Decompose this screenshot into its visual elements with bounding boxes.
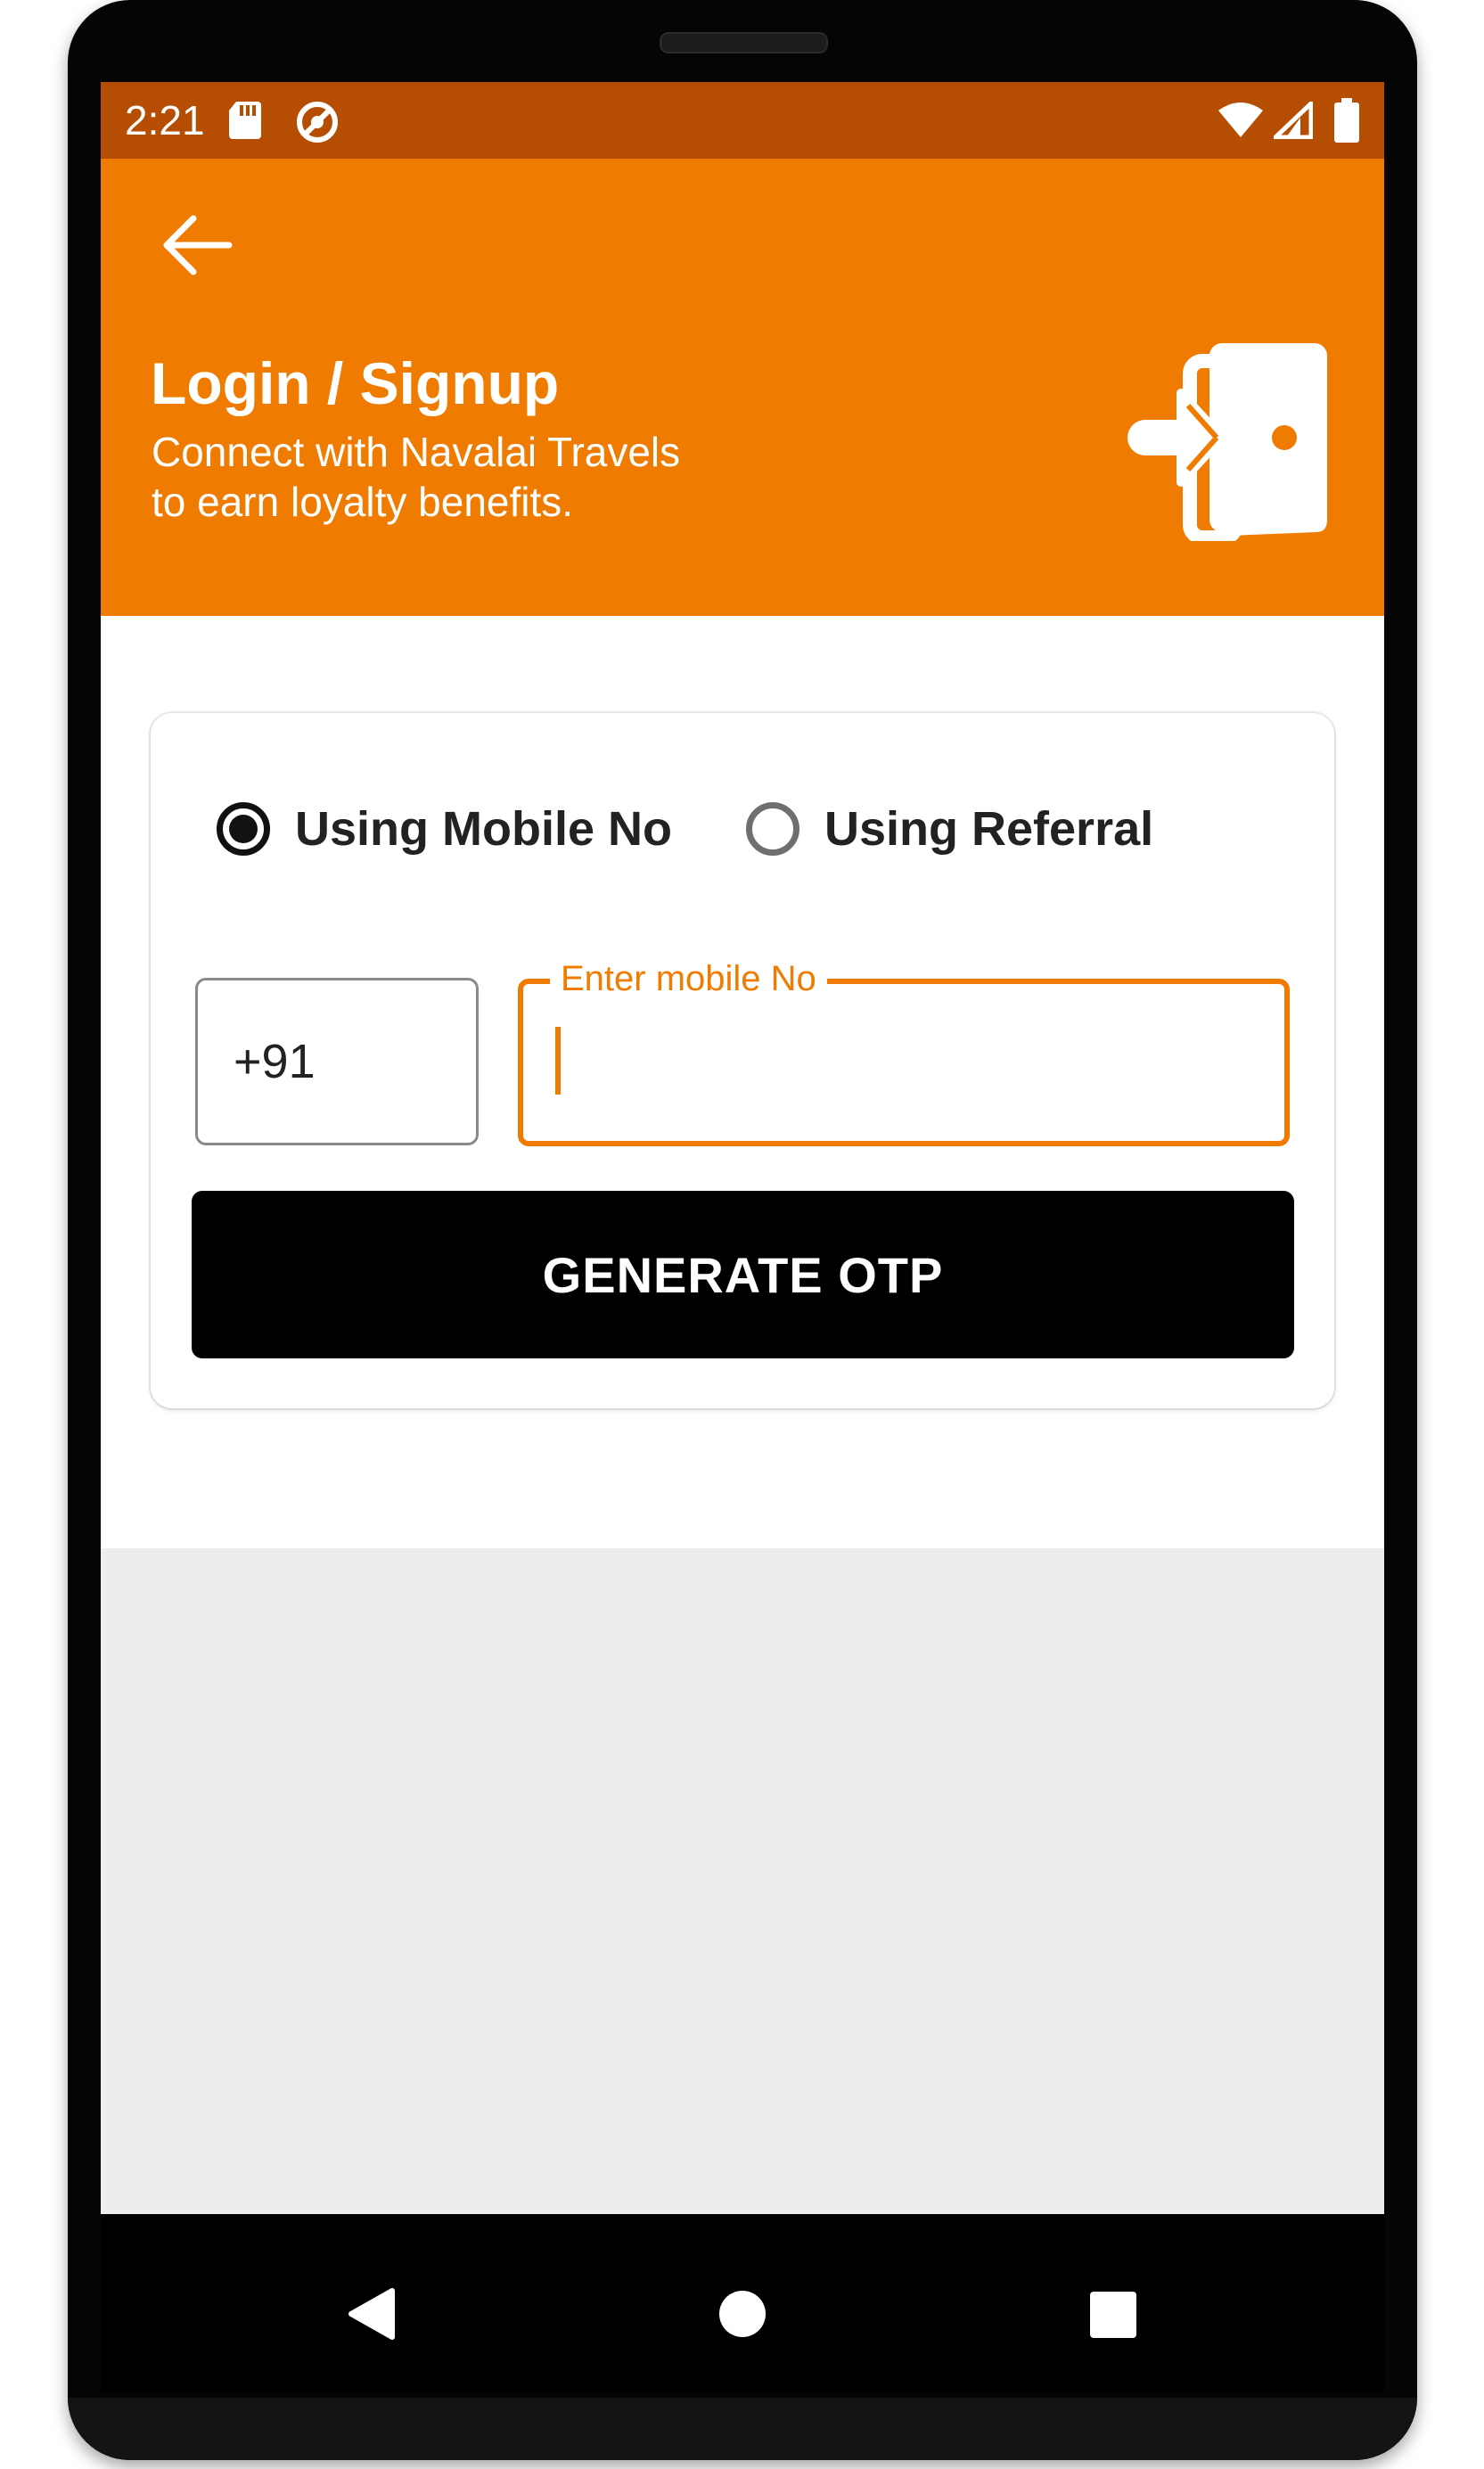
phone-speaker	[660, 32, 828, 53]
login-door-icon	[1124, 334, 1331, 545]
battery-icon	[1334, 98, 1359, 147]
page-subtitle-line1: Connect with Navalai Travels	[152, 429, 681, 475]
back-triangle-icon	[348, 2288, 395, 2340]
recents-square-icon	[1090, 2292, 1136, 2338]
navigation-bar	[101, 2214, 1384, 2392]
sd-card-icon	[227, 100, 263, 145]
page-title: Login / Signup	[151, 350, 560, 416]
home-circle-icon	[719, 2291, 766, 2337]
back-button[interactable]	[154, 202, 240, 288]
radio-unselected-icon	[746, 802, 799, 856]
nav-home-button[interactable]	[717, 2288, 768, 2344]
radio-using-referral[interactable]: Using Referral	[746, 786, 1153, 872]
signal-icon	[1273, 101, 1314, 144]
nav-recents-button[interactable]	[1088, 2290, 1138, 2344]
radio-selected-icon	[217, 802, 270, 856]
status-bar: 2:21	[101, 82, 1384, 159]
mobile-field-label: Enter mobile No	[550, 959, 827, 999]
radio-dot	[229, 815, 258, 843]
page-subtitle-line2: to earn loyalty benefits.	[152, 479, 574, 525]
app-screen: 2:21 Login / Signup Connect with Navalai…	[101, 82, 1384, 2214]
do-not-disturb-icon	[295, 100, 340, 149]
phone-frame-base	[68, 2398, 1417, 2460]
country-code-field[interactable]: +91	[195, 978, 479, 1145]
wifi-icon	[1217, 102, 1265, 144]
text-cursor	[555, 1027, 561, 1095]
status-time: 2:21	[125, 97, 205, 144]
country-code-value: +91	[234, 1035, 316, 1088]
mobile-number-field[interactable]: Enter mobile No	[518, 959, 1290, 1146]
radio-using-mobile[interactable]: Using Mobile No	[217, 786, 672, 872]
mobile-number-input[interactable]	[568, 1020, 1267, 1107]
arrow-left-icon	[163, 215, 233, 275]
generate-otp-button[interactable]: GENERATE OTP	[192, 1191, 1294, 1358]
radio-label-mobile: Using Mobile No	[295, 802, 672, 856]
radio-label-referral: Using Referral	[824, 802, 1154, 856]
nav-back-button[interactable]	[346, 2287, 396, 2345]
